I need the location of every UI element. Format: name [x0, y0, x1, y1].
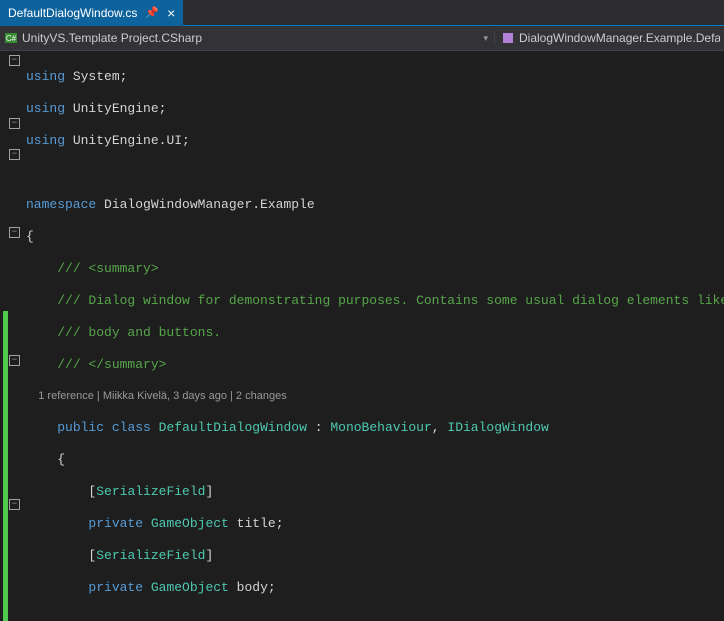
- project-dropdown[interactable]: C# UnityVS.Template Project.CSharp ▾: [4, 31, 494, 45]
- chevron-down-icon: ▾: [483, 33, 494, 44]
- project-name: UnityVS.Template Project.CSharp: [22, 31, 202, 45]
- member-dropdown[interactable]: DialogWindowManager.Example.Defa: [494, 31, 720, 45]
- fold-toggle[interactable]: −: [9, 355, 20, 366]
- codelens[interactable]: 1 reference | Miikka Kivelä, 3 days ago …: [26, 389, 724, 404]
- fold-toggle[interactable]: −: [9, 118, 20, 129]
- code-editor[interactable]: − − − − − − using System; using UnityEng…: [0, 51, 724, 621]
- fold-toggle[interactable]: −: [9, 149, 20, 160]
- navigation-bar: C# UnityVS.Template Project.CSharp ▾ Dia…: [0, 26, 724, 51]
- fold-toggle[interactable]: −: [9, 499, 20, 510]
- code-content[interactable]: using System; using UnityEngine; using U…: [22, 51, 724, 621]
- file-tab[interactable]: DefaultDialogWindow.cs 📌 ×: [0, 0, 183, 26]
- svg-text:C#: C#: [6, 34, 17, 43]
- close-icon[interactable]: ×: [167, 6, 175, 20]
- csharp-icon: C#: [4, 31, 18, 45]
- method-icon: [501, 31, 515, 45]
- tab-bar: DefaultDialogWindow.cs 📌 ×: [0, 0, 724, 26]
- tab-filename: DefaultDialogWindow.cs: [8, 6, 137, 20]
- fold-toggle[interactable]: −: [9, 55, 20, 66]
- fold-gutter: − − − − − −: [8, 51, 22, 621]
- pin-icon[interactable]: 📌: [145, 6, 159, 19]
- member-name: DialogWindowManager.Example.Defa: [519, 31, 720, 45]
- fold-toggle[interactable]: −: [9, 227, 20, 238]
